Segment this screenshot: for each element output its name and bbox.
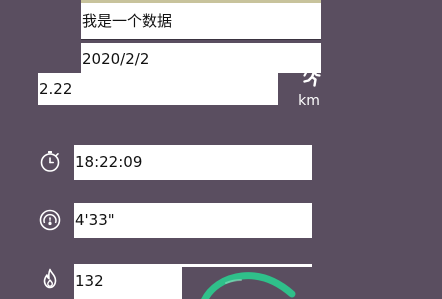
duration-value: 18:22:09 xyxy=(75,153,143,171)
route-track xyxy=(201,272,296,299)
stopwatch-icon xyxy=(40,151,60,172)
record-title-text: 我是一个数据 xyxy=(82,11,173,30)
distance-unit-badge: km xyxy=(295,63,325,109)
calories-field-edge xyxy=(182,264,312,267)
record-date-text: 2020/2/2 xyxy=(82,50,150,68)
record-date-field[interactable]: 2020/2/2 xyxy=(81,43,321,73)
running-person-icon xyxy=(303,65,321,87)
calories-value: 132 xyxy=(75,272,104,290)
flame-icon xyxy=(43,268,57,289)
distance-value: 2.22 xyxy=(39,80,73,98)
run-record-screen: { "record": { "title": "我是一个数据", "date":… xyxy=(0,0,442,299)
distance-unit-label: km xyxy=(298,93,320,109)
speedometer-icon xyxy=(39,209,61,231)
distance-field[interactable]: 2.22 xyxy=(38,73,278,105)
record-title-field[interactable]: 我是一个数据 xyxy=(81,3,321,40)
pace-value: 4'33" xyxy=(75,211,115,229)
duration-field[interactable]: 18:22:09 xyxy=(74,145,312,180)
pace-field[interactable]: 4'33" xyxy=(74,203,312,238)
calories-field[interactable]: 132 xyxy=(74,264,182,299)
